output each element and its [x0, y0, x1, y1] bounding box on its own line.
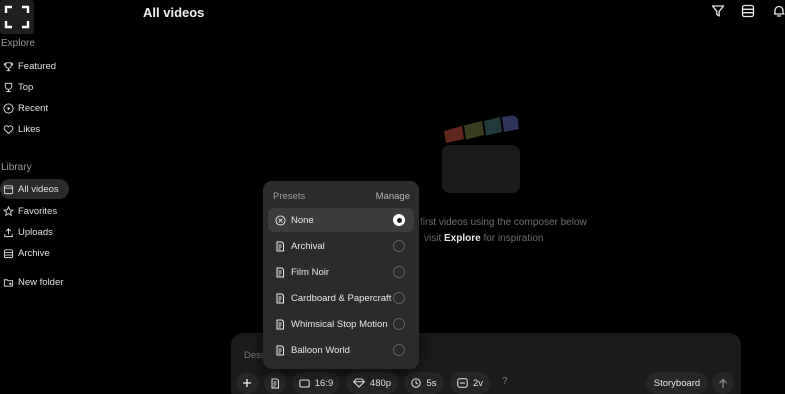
arrow-up-icon — [719, 378, 727, 388]
sidebar-item-label: Uploads — [18, 226, 53, 238]
preset-icon — [270, 378, 280, 389]
aspect-ratio-value: 16:9 — [314, 377, 334, 389]
preset-radio[interactable] — [393, 266, 405, 278]
library-section-label: Library — [1, 162, 32, 173]
sidebar-item-favorites[interactable]: Favorites — [0, 201, 67, 221]
preset-icon — [274, 344, 286, 356]
aspect-ratio-button[interactable]: 16:9 — [292, 372, 340, 394]
plus-icon — [242, 378, 252, 388]
sidebar-item-label: Likes — [18, 123, 41, 135]
preset-icon — [274, 240, 286, 252]
submit-button[interactable] — [712, 372, 734, 394]
presets-manage-link[interactable]: Manage — [376, 191, 410, 202]
explore-section-label: Explore — [1, 38, 35, 49]
sidebar-item-featured[interactable]: Featured — [0, 56, 66, 76]
empty-state-hint-suffix: for inspiration — [480, 233, 544, 244]
view-toggle-button[interactable] — [740, 3, 756, 19]
presets-header: Presets — [273, 191, 306, 202]
variations-icon — [457, 378, 468, 388]
preset-label: None — [291, 214, 314, 226]
preset-option-archival[interactable]: Archival — [268, 234, 414, 258]
filter-button[interactable] — [710, 3, 726, 19]
sidebar-item-likes[interactable]: Likes — [0, 119, 50, 139]
variations-button[interactable]: 2v — [450, 372, 490, 394]
help-button[interactable]: ? — [502, 376, 508, 387]
preset-option-film-noir[interactable]: Film Noir — [268, 260, 414, 284]
diamond-icon — [352, 378, 365, 388]
aspect-ratio-icon — [299, 379, 310, 388]
heart-icon — [2, 123, 14, 135]
resolution-button[interactable]: 480p — [346, 372, 398, 394]
folder-plus-icon — [2, 276, 14, 288]
page-title: All videos — [143, 5, 205, 20]
calendar-icon — [2, 183, 14, 195]
archive-icon — [2, 247, 14, 259]
star-icon — [2, 205, 14, 217]
preset-option-cardboard-papercraft[interactable]: Cardboard & Papercraft — [268, 286, 414, 310]
duration-value: 5s — [426, 377, 437, 389]
preset-radio[interactable] — [393, 292, 405, 304]
clock-icon — [411, 378, 422, 388]
preset-radio[interactable] — [393, 318, 405, 330]
add-button[interactable] — [236, 372, 258, 394]
sidebar-item-uploads[interactable]: Uploads — [0, 222, 63, 242]
preset-icon — [274, 292, 286, 304]
sidebar-item-label: Top — [18, 81, 34, 93]
list-view-icon — [741, 4, 755, 18]
bell-icon — [774, 5, 785, 17]
sidebar-item-top[interactable]: Top — [0, 77, 43, 97]
resolution-value: 480p — [369, 377, 392, 389]
sidebar-item-label: Featured — [18, 60, 57, 72]
sidebar-item-label: Archive — [18, 247, 50, 259]
expand-icon — [4, 5, 30, 29]
sidebar-item-label: All videos — [18, 183, 59, 195]
preset-label: Whimsical Stop Motion — [291, 318, 388, 330]
preset-icon — [274, 318, 286, 330]
duration-button[interactable]: 5s — [404, 372, 444, 394]
clapperboard-icon — [442, 115, 522, 200]
empty-state-message: first videos using the composer below — [420, 217, 587, 228]
preset-option-whimsical-stop-motion[interactable]: Whimsical Stop Motion — [268, 312, 414, 336]
presets-menu: Presets Manage None Archival Film Noir C… — [263, 181, 419, 369]
preset-label: Film Noir — [291, 266, 329, 278]
upload-icon — [2, 226, 14, 238]
filter-icon — [711, 5, 725, 17]
variations-value: 2v — [472, 377, 484, 389]
sidebar-item-archive[interactable]: Archive — [0, 243, 60, 263]
preset-label: Cardboard & Papercraft — [291, 292, 392, 304]
storyboard-label: Storyboard — [653, 377, 701, 389]
preset-radio-selected[interactable] — [393, 214, 405, 226]
play-circle-icon — [2, 102, 14, 114]
preset-label: Balloon World — [291, 344, 350, 356]
new-folder-label: New folder — [18, 276, 64, 288]
preset-icon — [274, 266, 286, 278]
empty-state-hint-prefix: visit — [424, 233, 444, 244]
empty-state-hint: visit Explore for inspiration — [424, 233, 544, 244]
preset-option-balloon-world[interactable]: Balloon World — [268, 338, 414, 362]
sidebar-item-all-videos[interactable]: All videos — [0, 179, 69, 199]
app-logo[interactable] — [0, 0, 34, 34]
preset-label: Archival — [291, 240, 325, 252]
sidebar-item-label: Recent — [18, 102, 49, 114]
preset-radio[interactable] — [393, 344, 405, 356]
sidebar-item-label: Favorites — [18, 205, 58, 217]
explore-link[interactable]: Explore — [444, 233, 481, 244]
sidebar-item-recent[interactable]: Recent — [0, 98, 58, 118]
new-folder-button[interactable]: New folder — [0, 272, 73, 292]
x-circle-icon — [274, 214, 286, 226]
preset-radio[interactable] — [393, 240, 405, 252]
notifications-button[interactable] — [771, 3, 785, 19]
storyboard-button[interactable]: Storyboard — [646, 372, 708, 394]
preset-option-none[interactable]: None — [268, 208, 414, 232]
cup-icon — [2, 81, 14, 93]
trophy-icon — [2, 60, 14, 72]
presets-button[interactable] — [264, 372, 286, 394]
